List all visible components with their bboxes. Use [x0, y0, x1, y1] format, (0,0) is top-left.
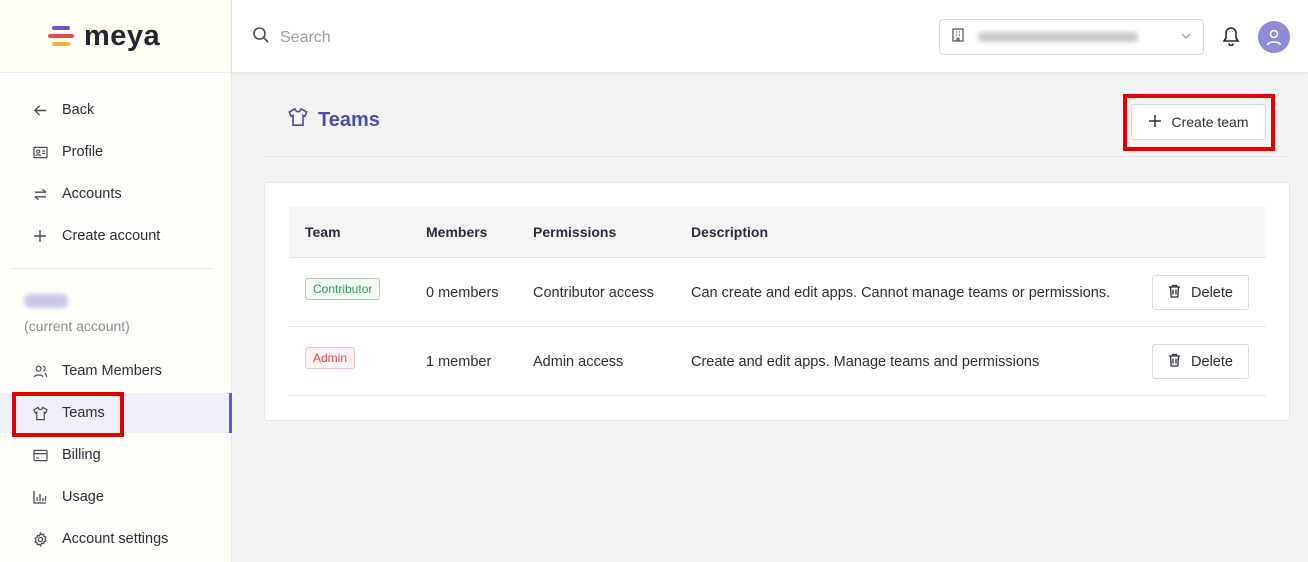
sidebar-item-label: Profile [62, 144, 104, 160]
logo-text: meya [84, 19, 161, 52]
sidebar-item-team-members[interactable]: Team Members [0, 351, 232, 391]
page-title-text: Teams [318, 108, 380, 131]
sidebar-divider [12, 268, 212, 269]
avatar[interactable] [1258, 21, 1290, 53]
delete-label: Delete [1191, 284, 1233, 301]
delete-button[interactable]: Delete [1152, 275, 1249, 310]
sidebar-item-label: Billing [62, 447, 101, 463]
column-header-description: Description [691, 224, 769, 240]
chevron-down-icon [1179, 29, 1193, 48]
title-divider [264, 156, 1290, 157]
bell-icon[interactable] [1222, 26, 1240, 51]
user-icon [1266, 29, 1282, 46]
building-icon [952, 27, 964, 47]
sidebar-item-billing[interactable]: Billing [0, 435, 232, 475]
plus-icon [32, 228, 48, 244]
members-cell: 0 members [426, 285, 499, 301]
sidebar-item-back[interactable]: Back [0, 90, 232, 130]
create-team-label: Create team [1171, 114, 1249, 130]
delete-button[interactable]: Delete [1152, 344, 1249, 379]
topbar: Search [232, 0, 1308, 73]
teams-table-card: Team Members Permissions Description Con… [264, 182, 1290, 421]
table-row: Admin 1 member Admin access Create and e… [289, 327, 1266, 396]
permissions-cell: Admin access [533, 354, 624, 370]
swap-icon [32, 186, 48, 202]
sidebar-item-create-account[interactable]: Create account [0, 216, 232, 256]
shirt-icon [288, 107, 308, 133]
sidebar-item-label: Accounts [62, 186, 122, 202]
account-select[interactable] [939, 19, 1204, 55]
create-team-button[interactable]: Create team [1131, 104, 1266, 140]
column-header-members: Members [426, 224, 488, 240]
search-input[interactable]: Search [252, 26, 331, 49]
delete-label: Delete [1191, 353, 1233, 370]
sidebar-item-label: Usage [62, 489, 104, 505]
id-card-icon [32, 144, 48, 160]
description-cell: Can create and edit apps. Cannot manage … [691, 285, 1111, 301]
account-select-value-redacted [978, 32, 1138, 42]
sidebar: meya Back Profile Accounts Create accoun… [0, 0, 232, 562]
meya-logo-icon [48, 24, 76, 48]
search-placeholder: Search [280, 28, 331, 46]
sidebar-item-label: Account settings [62, 531, 169, 547]
sidebar-item-label: Create account [62, 228, 161, 244]
shirt-icon [32, 405, 48, 421]
sidebar-item-label: Back [62, 102, 95, 118]
trash-icon [1168, 284, 1181, 302]
bar-chart-icon [32, 489, 48, 505]
sidebar-item-accounts[interactable]: Accounts [0, 174, 232, 214]
sidebar-item-label: Team Members [62, 363, 162, 379]
column-header-team: Team [305, 224, 341, 240]
trash-icon [1168, 353, 1181, 371]
search-icon [252, 26, 270, 49]
current-account-label: (current account) [24, 318, 130, 334]
credit-card-icon [32, 447, 48, 463]
sidebar-item-label: Teams [62, 405, 105, 421]
sidebar-item-profile[interactable]: Profile [0, 132, 232, 172]
description-cell: Create and edit apps. Manage teams and p… [691, 354, 1040, 370]
team-badge: Contributor [305, 278, 381, 300]
sidebar-item-teams[interactable]: Teams [0, 393, 232, 433]
sidebar-item-usage[interactable]: Usage [0, 477, 232, 517]
gear-icon [32, 531, 48, 547]
logo[interactable]: meya [0, 0, 231, 73]
users-icon [32, 363, 48, 379]
arrow-left-icon [32, 102, 48, 118]
team-badge: Admin [305, 347, 356, 369]
page-title: Teams [288, 107, 380, 133]
members-cell: 1 member [426, 354, 492, 370]
column-header-permissions: Permissions [533, 224, 617, 240]
plus-icon [1148, 112, 1162, 132]
current-account: (current account) [12, 282, 220, 346]
account-name-redacted [24, 294, 68, 308]
table-header: Team Members Permissions Description [289, 207, 1266, 258]
sidebar-item-account-settings[interactable]: Account settings [0, 519, 232, 559]
permissions-cell: Contributor access [533, 285, 654, 301]
table-row: Contributor 0 members Contributor access… [289, 258, 1266, 327]
